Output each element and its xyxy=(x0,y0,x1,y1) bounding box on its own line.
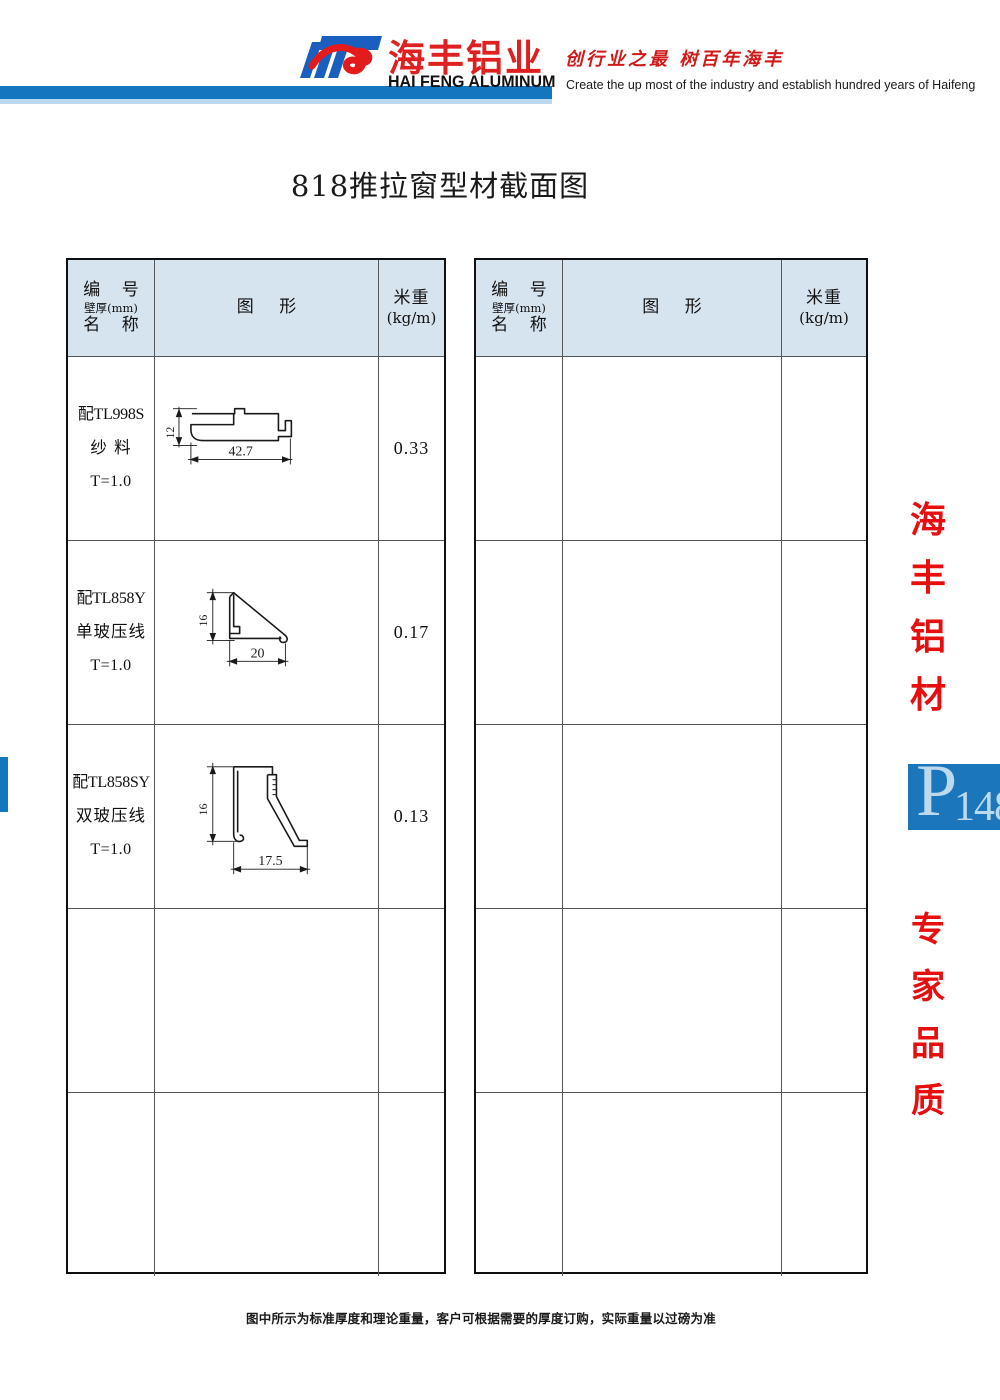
profile-weight: 0.33 xyxy=(393,438,430,458)
slogan-chinese: 创行业之最 树百年海丰 xyxy=(565,49,785,70)
row-name-cell xyxy=(476,1093,562,1276)
page-prefix: P xyxy=(916,764,958,830)
row-figure-cell: 16 17.5 xyxy=(154,725,378,908)
header-cell-code: 编 号 壁厚(mm) 名 称 xyxy=(476,260,562,356)
row-figure-cell xyxy=(154,1093,378,1276)
row-name-cell xyxy=(476,909,562,1092)
row-name-cell: 配TL858SY 双玻压线 T=1.0 xyxy=(68,725,154,908)
dimension-width: 17.5 xyxy=(258,854,282,869)
row-figure-cell: 12 42.7 xyxy=(154,357,378,540)
logo-english-name: HAI FENG ALUMINUM xyxy=(388,73,556,91)
sidebar-brand-bottom: 专家品质 xyxy=(911,910,945,1122)
header-weight-unit: (kg/m) xyxy=(799,308,849,327)
dimension-height: 12 xyxy=(163,427,177,439)
row-figure-cell xyxy=(562,1093,781,1276)
row-name-cell xyxy=(476,357,562,540)
header-weight-label: 米重 xyxy=(393,287,430,308)
profile-name: 双玻压线 xyxy=(75,805,146,825)
page-number-badge: P 148 xyxy=(908,764,1000,830)
row-weight-cell xyxy=(781,725,866,908)
profile-drawing-tl998s: 12 42.7 xyxy=(155,357,378,540)
row-weight-cell: 0.33 xyxy=(378,357,444,540)
footer-note: 图中所示为标准厚度和理论重量，客户可根据需要的厚度订购，实际重量以过磅为准 xyxy=(246,1311,716,1326)
row-name-cell xyxy=(68,1093,154,1276)
row-name-cell xyxy=(68,909,154,1092)
page-header: 海丰铝业 HAI FENG ALUMINUM 创行业之最 树百年海丰 Creat… xyxy=(0,0,1000,108)
dimension-height: 16 xyxy=(196,615,210,627)
row-figure-cell xyxy=(562,725,781,908)
row-name-cell: 配TL858Y 单玻压线 T=1.0 xyxy=(68,541,154,724)
header-cell-figure: 图 形 xyxy=(154,260,378,356)
header-cell-figure: 图 形 xyxy=(562,260,781,356)
row-weight-cell xyxy=(781,357,866,540)
header-thickness-label: 壁厚(mm) xyxy=(492,301,546,316)
header-figure-label: 图 形 xyxy=(642,297,712,318)
profile-thickness: T=1.0 xyxy=(90,841,132,859)
row-name-cell xyxy=(476,541,562,724)
row-weight-cell xyxy=(781,541,866,724)
table-row xyxy=(476,724,866,908)
profile-table-right: 编 号 壁厚(mm) 名 称 图 形 米重 (kg/m) xyxy=(474,258,868,1276)
dimension-width: 20 xyxy=(251,646,265,661)
haifeng-logo-icon xyxy=(300,36,382,78)
header-weight-unit: (kg/m) xyxy=(386,308,437,327)
row-weight-cell xyxy=(781,1093,866,1276)
header-blue-bar-shadow xyxy=(0,99,552,104)
dimension-height: 16 xyxy=(196,804,210,816)
row-figure-cell xyxy=(562,909,781,1092)
row-weight-cell: 0.13 xyxy=(378,725,444,908)
header-figure-label: 图 形 xyxy=(236,297,307,318)
table-row: 配TL858SY 双玻压线 T=1.0 16 17.5 0.13 xyxy=(68,724,444,908)
header-weight-label: 米重 xyxy=(806,287,842,308)
left-edge-marker xyxy=(0,757,8,812)
table-header-row: 编 号 壁厚(mm) 名 称 图 形 米重 (kg/m) xyxy=(476,260,866,356)
table-row xyxy=(476,908,866,1092)
company-logo: 海丰铝业 HAI FENG ALUMINUM xyxy=(296,30,555,92)
profile-thickness: T=1.0 xyxy=(90,473,132,491)
header-name-label: 名 称 xyxy=(83,314,147,335)
row-weight-cell xyxy=(378,909,444,1092)
table-row xyxy=(476,1092,866,1276)
profile-name: 纱 料 xyxy=(90,437,132,457)
table-row: 配TL858Y 单玻压线 T=1.0 16 20 0.17 xyxy=(68,540,444,724)
profile-code: 配TL858SY xyxy=(72,773,150,791)
table-row: 配TL998S 纱 料 T=1.0 12 42.7 0.33 xyxy=(68,356,444,540)
table-header-row: 编 号 壁厚(mm) 名 称 图 形 米重 (kg/m) xyxy=(68,260,444,356)
row-figure-cell: 16 20 xyxy=(154,541,378,724)
dimension-width: 42.7 xyxy=(228,444,252,459)
table-row xyxy=(476,356,866,540)
profile-table-left: 编 号 壁厚(mm) 名 称 图 形 米重 (kg/m) 配TL998S 纱 料… xyxy=(66,258,446,1276)
profile-thickness: T=1.0 xyxy=(90,657,132,675)
table-row xyxy=(68,908,444,1092)
header-cell-weight: 米重 (kg/m) xyxy=(378,260,444,356)
header-code-label: 编 号 xyxy=(83,279,147,300)
profile-name: 单玻压线 xyxy=(76,621,146,641)
profile-code: 配TL858Y xyxy=(76,589,146,607)
table-row xyxy=(68,1092,444,1276)
table-row xyxy=(476,540,866,724)
row-name-cell: 配TL998S 纱 料 T=1.0 xyxy=(68,357,154,540)
row-name-cell xyxy=(476,725,562,908)
header-cell-code: 编 号 壁厚(mm) 名 称 xyxy=(68,260,154,356)
header-cell-weight: 米重 (kg/m) xyxy=(781,260,866,356)
profile-drawing-tl858y: 16 20 xyxy=(155,541,378,724)
row-weight-cell xyxy=(378,1093,444,1276)
page-number: 148 xyxy=(954,784,1000,830)
row-weight-cell: 0.17 xyxy=(378,541,444,724)
profile-weight: 0.13 xyxy=(393,806,430,826)
profile-code: 配TL998S xyxy=(77,405,145,423)
row-figure-cell xyxy=(154,909,378,1092)
sidebar-brand-top: 海丰铝材 xyxy=(909,500,946,716)
header-name-label: 名 称 xyxy=(491,314,555,335)
profile-drawing-tl858sy: 16 17.5 xyxy=(155,725,378,908)
row-weight-cell xyxy=(781,909,866,1092)
header-code-label: 编 号 xyxy=(491,279,555,300)
header-thickness-label: 壁厚(mm) xyxy=(84,301,138,316)
slogan-english: Create the up most of the industry and e… xyxy=(566,78,976,92)
row-figure-cell xyxy=(562,541,781,724)
profile-weight: 0.17 xyxy=(393,622,430,642)
page-title: 818推拉窗型材截面图 xyxy=(290,169,590,203)
row-figure-cell xyxy=(562,357,781,540)
